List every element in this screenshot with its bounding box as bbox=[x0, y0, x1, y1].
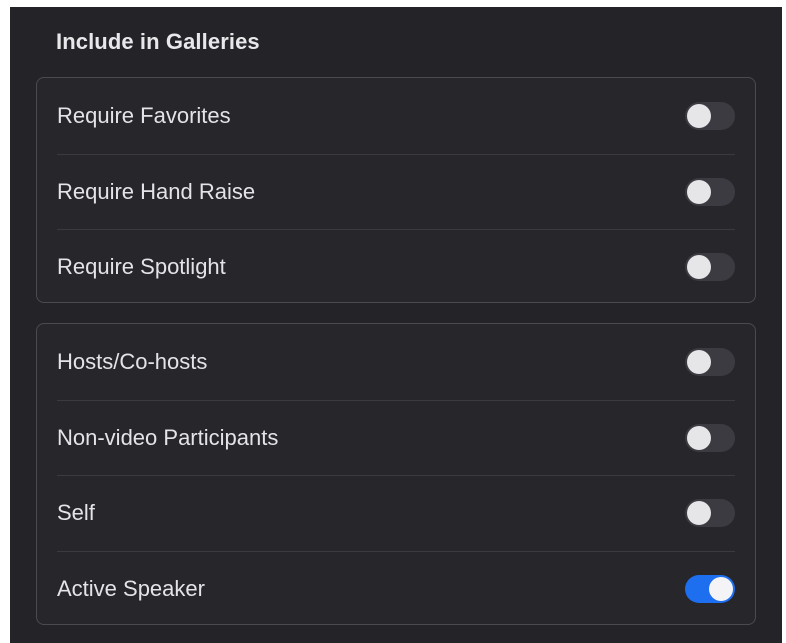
setting-label: Require Spotlight bbox=[57, 254, 226, 280]
setting-row-active-speaker: Active Speaker bbox=[57, 550, 735, 627]
non-video-participants-toggle[interactable] bbox=[685, 423, 735, 452]
require-hand-raise-toggle[interactable] bbox=[685, 177, 735, 206]
setting-label: Require Favorites bbox=[57, 102, 231, 128]
toggle-knob bbox=[709, 576, 733, 601]
setting-label: Require Hand Raise bbox=[57, 178, 256, 204]
toggle-knob bbox=[687, 425, 711, 450]
toggle-knob bbox=[687, 501, 711, 526]
setting-row-require-favorites: Require Favorites bbox=[57, 78, 735, 154]
setting-row-hosts-co-hosts: Hosts/Co-hosts bbox=[57, 324, 735, 400]
setting-label: Non-video Participants bbox=[57, 424, 279, 450]
toggle-knob bbox=[687, 103, 711, 128]
require-spotlight-toggle[interactable] bbox=[685, 253, 735, 282]
hosts-co-hosts-toggle[interactable] bbox=[685, 347, 735, 376]
setting-row-require-spotlight: Require Spotlight bbox=[57, 229, 735, 305]
setting-row-non-video-participants: Non-video Participants bbox=[57, 399, 735, 476]
toggle-knob bbox=[687, 179, 711, 204]
gallery-settings-panel: Include in Galleries Require Favorites R… bbox=[10, 7, 782, 643]
section-title: Include in Galleries bbox=[56, 29, 260, 54]
gallery-participants-group: Hosts/Co-hosts Non-video Participants Se… bbox=[36, 323, 756, 625]
setting-label: Hosts/Co-hosts bbox=[57, 348, 208, 374]
gallery-requirements-group: Require Favorites Require Hand Raise Req… bbox=[36, 77, 756, 303]
require-favorites-toggle[interactable] bbox=[685, 101, 735, 130]
setting-label: Active Speaker bbox=[57, 575, 205, 601]
setting-row-require-hand-raise: Require Hand Raise bbox=[57, 153, 735, 230]
active-speaker-toggle[interactable] bbox=[685, 574, 735, 603]
setting-label: Self bbox=[57, 500, 95, 526]
self-toggle[interactable] bbox=[685, 499, 735, 528]
toggle-knob bbox=[687, 255, 711, 280]
setting-row-self: Self bbox=[57, 475, 735, 551]
toggle-knob bbox=[687, 349, 711, 374]
